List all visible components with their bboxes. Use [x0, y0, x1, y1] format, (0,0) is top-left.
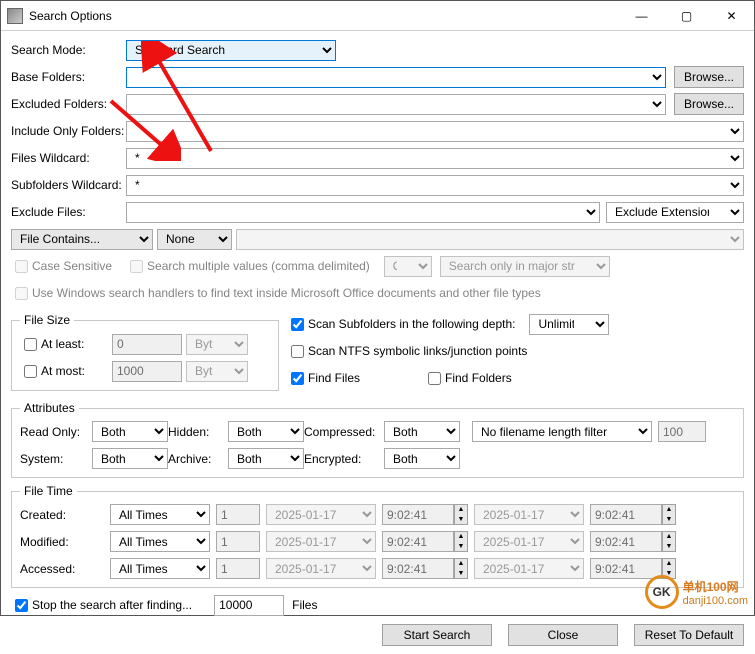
created-n[interactable] [216, 504, 260, 525]
exclude-extensions-select[interactable]: Exclude Extensions List [606, 202, 744, 223]
at-most-check[interactable] [24, 365, 37, 378]
file-size-legend: File Size [20, 313, 74, 327]
or-select[interactable]: Or [384, 256, 432, 277]
browse-excluded-button[interactable]: Browse... [674, 93, 744, 115]
filetime-legend: File Time [20, 484, 77, 498]
at-most-value[interactable] [112, 361, 182, 382]
at-least-value[interactable] [112, 334, 182, 355]
maximize-button[interactable]: ▢ [664, 2, 709, 30]
accessed-date1[interactable]: 2025-01-17 [266, 558, 376, 579]
filename-length-filter[interactable]: No filename length filter [472, 421, 652, 442]
stop-after-value[interactable] [214, 595, 284, 616]
find-files-check[interactable] [291, 372, 304, 385]
modified-time2[interactable] [590, 531, 662, 552]
archive-select[interactable]: Both [228, 448, 304, 469]
app-icon [7, 8, 23, 24]
created-mode[interactable]: All Times [110, 504, 210, 525]
browse-base-button[interactable]: Browse... [674, 66, 744, 88]
base-folders-input[interactable] [126, 67, 666, 88]
find-folders-check[interactable] [428, 372, 441, 385]
exclude-files-label: Exclude Files: [11, 205, 126, 219]
depth-select[interactable]: Unlimited [529, 314, 609, 335]
close-button[interactable]: Close [508, 624, 618, 646]
excluded-folders-label: Excluded Folders: [11, 97, 126, 111]
system-select[interactable]: Both [92, 448, 168, 469]
created-date2[interactable]: 2025-01-17 [474, 504, 584, 525]
encrypted-select[interactable]: Both [384, 448, 460, 469]
created-time2[interactable] [590, 504, 662, 525]
subfolders-wildcard-input[interactable]: * [126, 175, 744, 196]
none-select[interactable]: None [157, 229, 232, 250]
include-only-label: Include Only Folders: [11, 124, 126, 138]
at-most-unit[interactable]: Bytes [186, 361, 248, 382]
files-wildcard-label: Files Wildcard: [11, 151, 126, 165]
modified-mode[interactable]: All Times [110, 531, 210, 552]
include-only-input[interactable] [126, 121, 744, 142]
search-multiple-check[interactable] [130, 260, 143, 273]
accessed-n[interactable] [216, 558, 260, 579]
contains-value-input[interactable] [236, 229, 744, 250]
compressed-select[interactable]: Both [384, 421, 460, 442]
accessed-time1[interactable] [382, 558, 454, 579]
modified-time1[interactable] [382, 531, 454, 552]
hidden-select[interactable]: Both [228, 421, 304, 442]
window-title: Search Options [29, 9, 619, 23]
case-sensitive-check[interactable] [15, 260, 28, 273]
minimize-button[interactable]: — [619, 2, 664, 30]
attributes-legend: Attributes [20, 401, 79, 415]
start-search-button[interactable]: Start Search [382, 624, 492, 646]
stop-after-check[interactable] [15, 599, 28, 612]
modified-date1[interactable]: 2025-01-17 [266, 531, 376, 552]
reset-button[interactable]: Reset To Default [634, 624, 744, 646]
readonly-select[interactable]: Both [92, 421, 168, 442]
at-least-unit[interactable]: Bytes [186, 334, 248, 355]
accessed-date2[interactable]: 2025-01-17 [474, 558, 584, 579]
use-windows-check[interactable] [15, 287, 28, 300]
modified-n[interactable] [216, 531, 260, 552]
filename-length-value[interactable] [658, 421, 706, 442]
search-mode-label: Search Mode: [11, 43, 126, 57]
at-least-check[interactable] [24, 338, 37, 351]
created-date1[interactable]: 2025-01-17 [266, 504, 376, 525]
watermark: GK 单机100网 danji100.com [645, 575, 748, 609]
file-contains-select[interactable]: File Contains... [11, 229, 153, 250]
scan-ntfs-check[interactable] [291, 345, 304, 358]
subfolders-wildcard-label: Subfolders Wildcard: [11, 178, 126, 192]
exclude-files-input[interactable] [126, 202, 600, 223]
modified-date2[interactable]: 2025-01-17 [474, 531, 584, 552]
close-window-button[interactable]: ✕ [709, 2, 754, 30]
files-wildcard-input[interactable]: * [126, 148, 744, 169]
base-folders-label: Base Folders: [11, 70, 126, 84]
excluded-folders-input[interactable] [126, 94, 666, 115]
accessed-mode[interactable]: All Times [110, 558, 210, 579]
search-mode-select[interactable]: Standard Search [126, 40, 336, 61]
scan-subfolders-check[interactable] [291, 318, 304, 331]
search-major-select[interactable]: Search only in major streams [440, 256, 610, 277]
created-time1[interactable] [382, 504, 454, 525]
